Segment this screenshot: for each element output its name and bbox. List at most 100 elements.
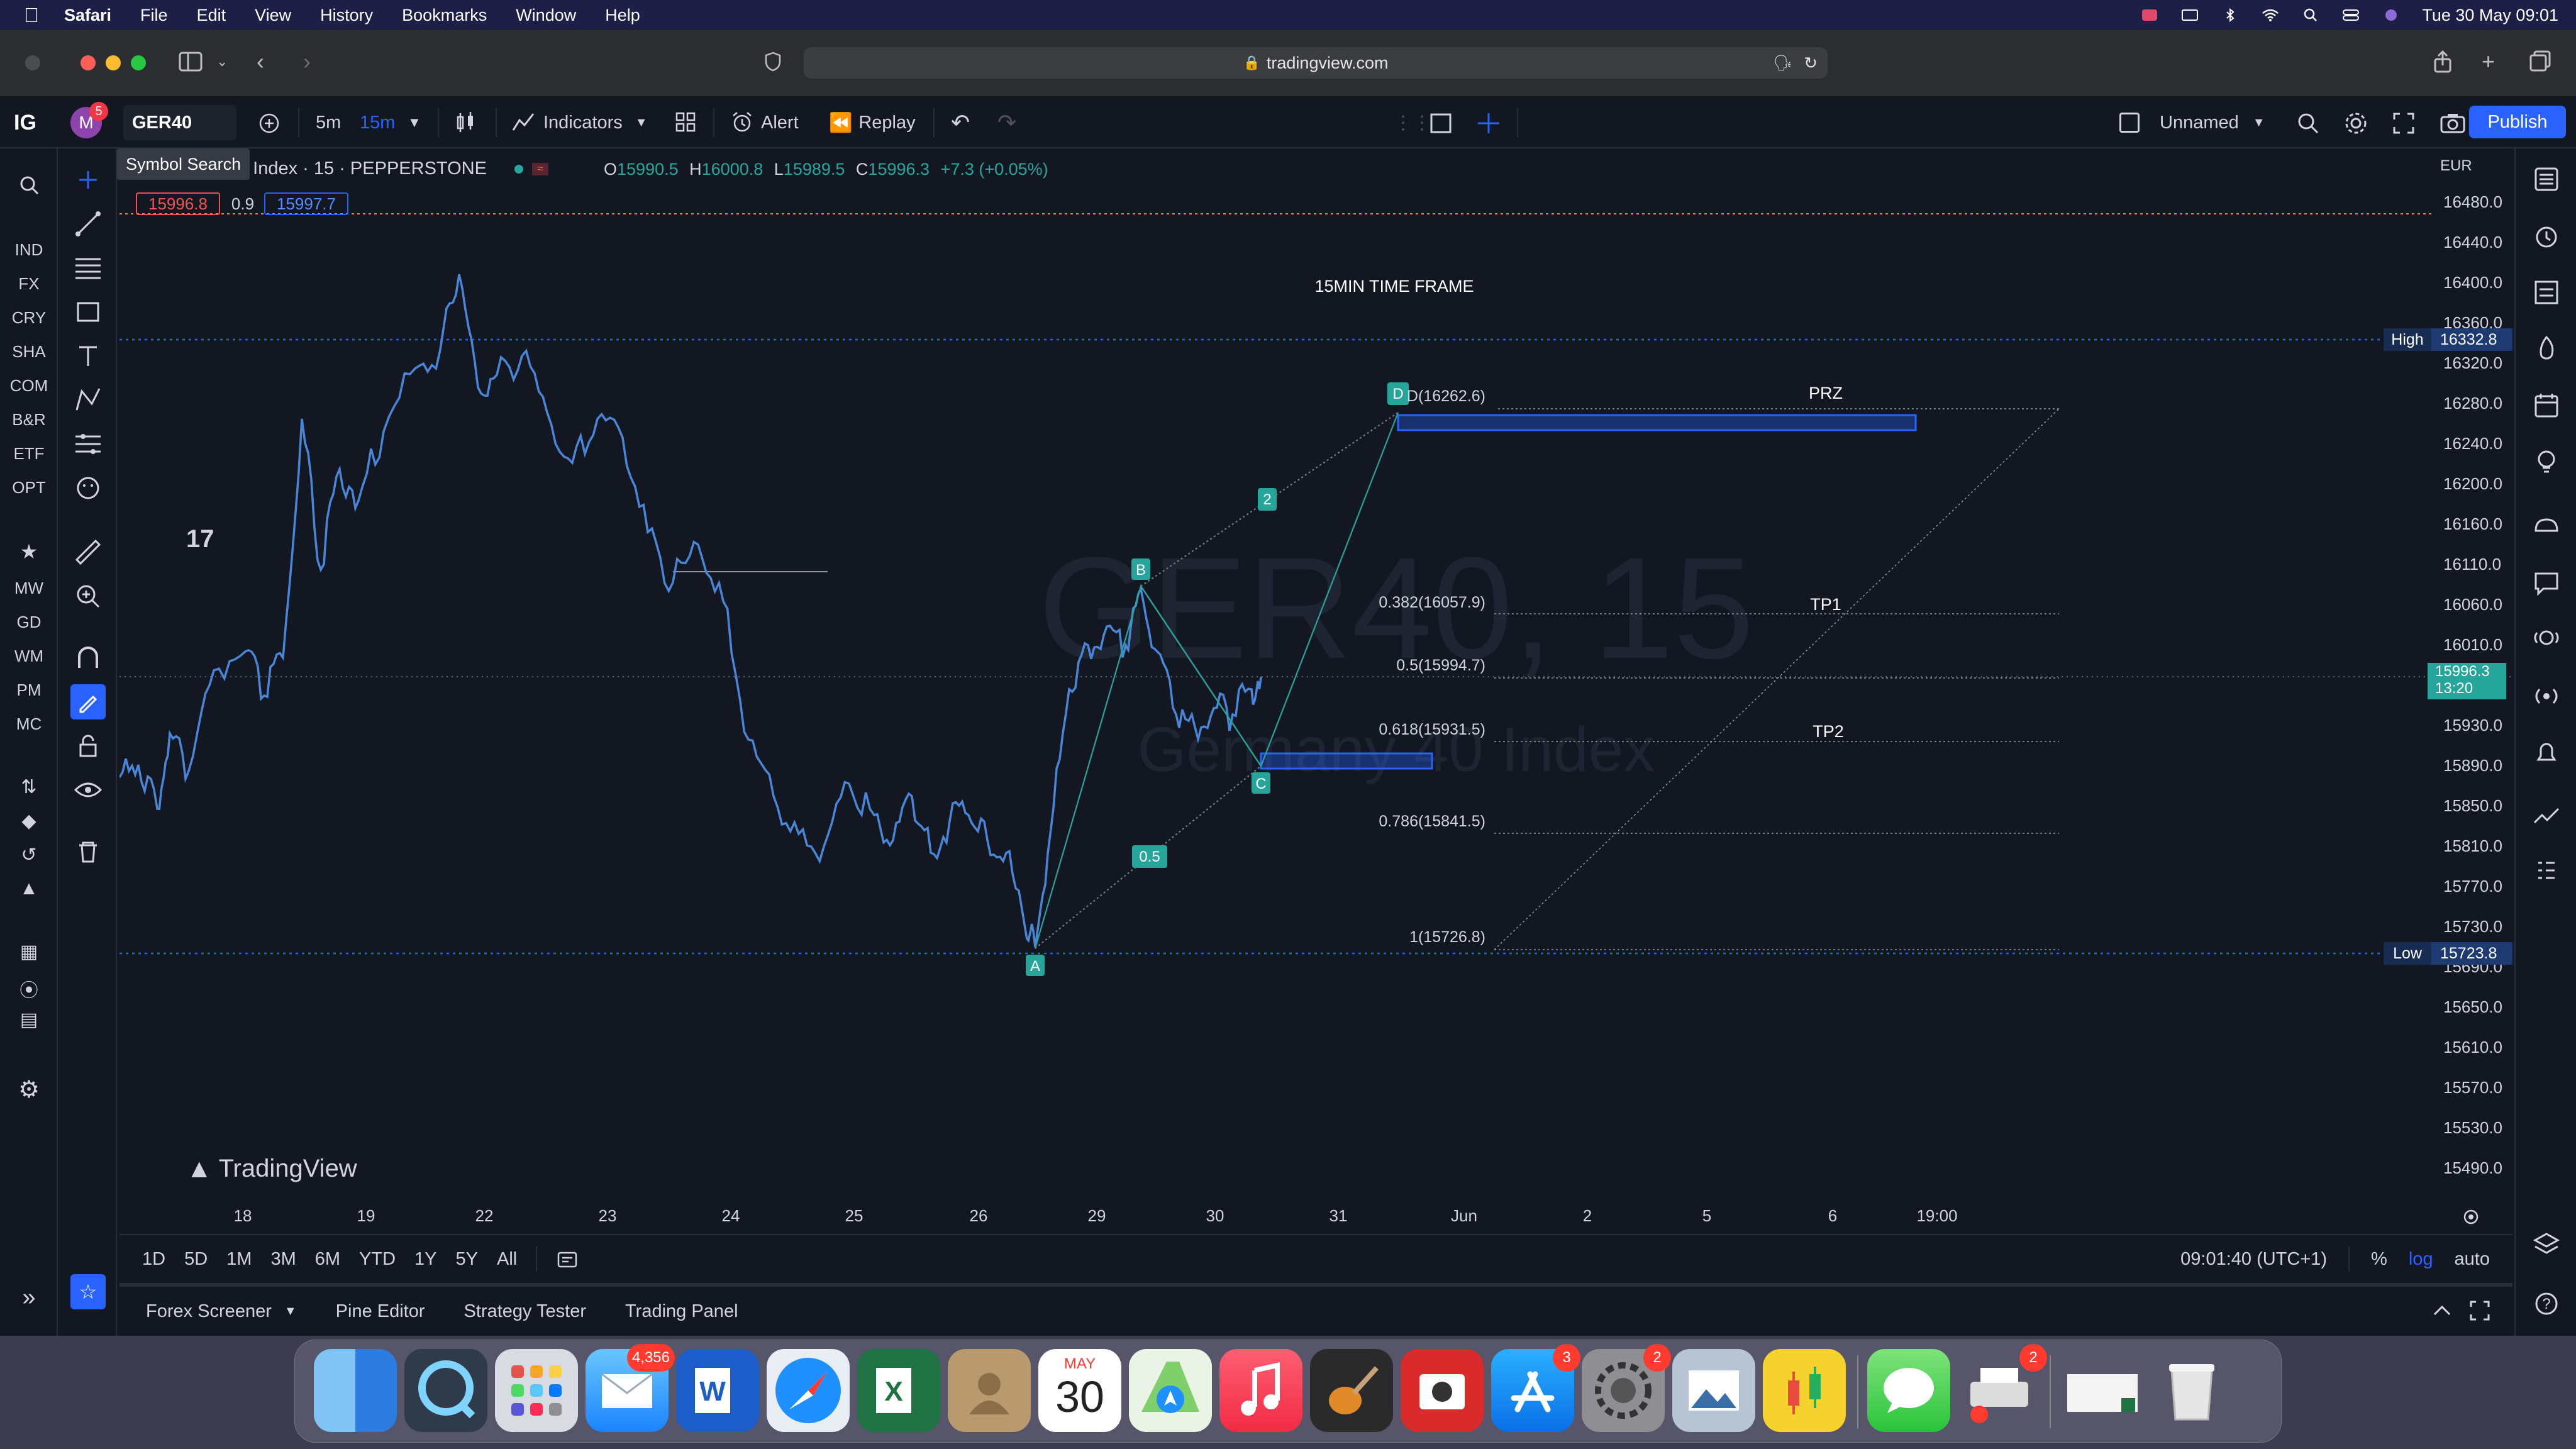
control-center-icon[interactable]: [2341, 8, 2360, 23]
range-1m[interactable]: 1M: [226, 1249, 252, 1270]
range-all[interactable]: All: [497, 1249, 517, 1270]
alarm-clock-icon[interactable]: [2529, 219, 2563, 253]
streams-icon[interactable]: [2529, 509, 2563, 543]
zoom-window-button[interactable]: [131, 55, 146, 70]
magnet-icon[interactable]: [70, 640, 106, 675]
reload-icon[interactable]: ↻: [1804, 53, 1818, 73]
sell-price-button[interactable]: 15996.8: [136, 192, 220, 215]
time-axis[interactable]: 18 19 22 23 24 25 26 29 30 31 Jun 2 5 6 19:00: [119, 148, 2384, 1230]
calendar-icon[interactable]: ▤: [0, 1009, 58, 1031]
menu-edit[interactable]: Edit: [197, 6, 226, 25]
menu-file[interactable]: File: [140, 6, 168, 25]
messages-icon[interactable]: [1867, 1349, 1950, 1432]
finder-icon[interactable]: [314, 1349, 397, 1432]
tab-strategy-tester[interactable]: Strategy Tester: [464, 1301, 587, 1322]
calculator-icon[interactable]: ▦: [0, 941, 58, 963]
symbol-search-input[interactable]: GER40: [123, 105, 236, 140]
privacy-shield-icon[interactable]: [763, 49, 782, 74]
range-5y[interactable]: 5Y: [456, 1249, 478, 1270]
currency-label[interactable]: EUR: [2440, 157, 2472, 175]
prediction-icon[interactable]: [70, 426, 106, 462]
buy-price-button[interactable]: 15997.7: [264, 192, 348, 215]
launchpad-icon[interactable]: [495, 1349, 578, 1432]
preview-icon[interactable]: [1672, 1349, 1755, 1432]
range-3m[interactable]: 3M: [270, 1249, 296, 1270]
market-mw[interactable]: MW: [0, 579, 58, 598]
market-wm[interactable]: WM: [0, 647, 58, 666]
chevron-down-icon[interactable]: ▼: [284, 1304, 297, 1319]
object-tree-icon[interactable]: [2529, 855, 2563, 889]
wifi-icon[interactable]: [2261, 8, 2280, 23]
data-problem-icon[interactable]: ≈: [531, 162, 548, 175]
alert-button[interactable]: Alert: [730, 97, 799, 148]
notifications-bell-icon[interactable]: [2529, 736, 2563, 770]
favorites-star-icon[interactable]: ☆: [70, 1274, 106, 1309]
crosshair-icon[interactable]: [1475, 111, 1502, 136]
tab-forex-screener[interactable]: Forex Screener: [146, 1301, 272, 1322]
trash-icon[interactable]: [70, 834, 106, 869]
menu-history[interactable]: History: [320, 6, 373, 25]
pattern-icon[interactable]: [70, 382, 106, 418]
chevron-down-icon[interactable]: ▼: [408, 97, 421, 148]
crosshair-icon[interactable]: [70, 162, 106, 197]
broadcast-icon[interactable]: [2529, 679, 2563, 713]
ideas-bulb-icon[interactable]: [2529, 445, 2563, 479]
menu-clock[interactable]: Tue 30 May 09:01: [2422, 6, 2558, 25]
history-icon[interactable]: ↺: [0, 844, 58, 866]
market-mc[interactable]: MC: [0, 714, 58, 734]
eye-icon[interactable]: [70, 772, 106, 808]
share-icon[interactable]: [2431, 49, 2454, 74]
tab-overview-icon[interactable]: [2528, 49, 2553, 74]
apple-icon[interactable]: : [24, 4, 39, 27]
photo-booth-icon[interactable]: [1401, 1349, 1484, 1432]
new-tab-icon[interactable]: +: [2482, 49, 2495, 74]
chart-pane[interactable]: GER40, 15 Germany 40 Index A B C D 2 0.5…: [119, 148, 2512, 1230]
hotlist-icon[interactable]: [2529, 332, 2563, 366]
spotlight-icon[interactable]: [2301, 8, 2320, 23]
market-com[interactable]: COM: [0, 376, 58, 396]
auto-scale-toggle[interactable]: auto: [2455, 1249, 2490, 1270]
sidebar-toggle-icon[interactable]: [177, 49, 206, 74]
clock-timezone[interactable]: 09:01:40 (UTC+1): [2180, 1249, 2327, 1270]
market-cry[interactable]: CRY: [0, 308, 58, 328]
market-opt[interactable]: OPT: [0, 478, 58, 497]
goto-date-icon[interactable]: [556, 1248, 579, 1270]
percent-scale-toggle[interactable]: %: [2371, 1249, 2387, 1270]
maximize-panel-icon[interactable]: [2467, 1298, 2492, 1323]
system-settings-icon[interactable]: 2: [1582, 1344, 1671, 1432]
app-store-icon[interactable]: 3: [1491, 1344, 1580, 1432]
minimize-window-button[interactable]: [106, 55, 121, 70]
undo-icon[interactable]: ↶: [951, 97, 970, 148]
broadcast-icon[interactable]: ⦿: [0, 975, 58, 1002]
watchlist-icon[interactable]: [2529, 162, 2563, 196]
symbol-legend[interactable]: 0 Index · 15 · PEPPERSTONE ≈: [238, 158, 548, 179]
menu-window[interactable]: Window: [516, 6, 576, 25]
stay-in-drawing-mode-button[interactable]: [70, 684, 106, 719]
address-bar[interactable]: 🔒 tradingview.com 🗣 ↻: [804, 47, 1828, 79]
lock-icon[interactable]: [70, 728, 106, 763]
market-ind[interactable]: IND: [0, 240, 58, 260]
axis-settings-icon[interactable]: [2462, 1208, 2480, 1226]
market-sha[interactable]: SHA: [0, 342, 58, 362]
redo-icon[interactable]: ↷: [997, 97, 1016, 148]
fullscreen-icon[interactable]: [2391, 111, 2416, 136]
drag-handle-icon[interactable]: ⋮⋮: [1394, 97, 1431, 148]
replay-button[interactable]: ⏪ Replay: [829, 97, 916, 148]
help-icon[interactable]: ?: [2529, 1287, 2563, 1321]
indicators-button[interactable]: Indicators ▼: [511, 97, 648, 148]
word-icon[interactable]: W: [676, 1349, 759, 1432]
bluetooth-icon[interactable]: [2221, 8, 2240, 23]
back-icon[interactable]: ‹: [257, 49, 264, 74]
range-5d[interactable]: 5D: [184, 1249, 208, 1270]
menu-help[interactable]: Help: [605, 6, 640, 25]
menu-app[interactable]: Safari: [64, 6, 111, 25]
tab-pine-editor[interactable]: Pine Editor: [336, 1301, 425, 1322]
transfer-icon[interactable]: ⇅: [0, 776, 58, 798]
rectangle-icon[interactable]: [70, 294, 106, 330]
search-icon[interactable]: [19, 175, 40, 196]
music-icon[interactable]: [1219, 1349, 1302, 1432]
tab-trading-panel[interactable]: Trading Panel: [625, 1301, 738, 1322]
ig-logo[interactable]: IG: [14, 97, 36, 148]
zoom-in-icon[interactable]: [70, 579, 106, 614]
templates-icon[interactable]: [674, 111, 697, 133]
